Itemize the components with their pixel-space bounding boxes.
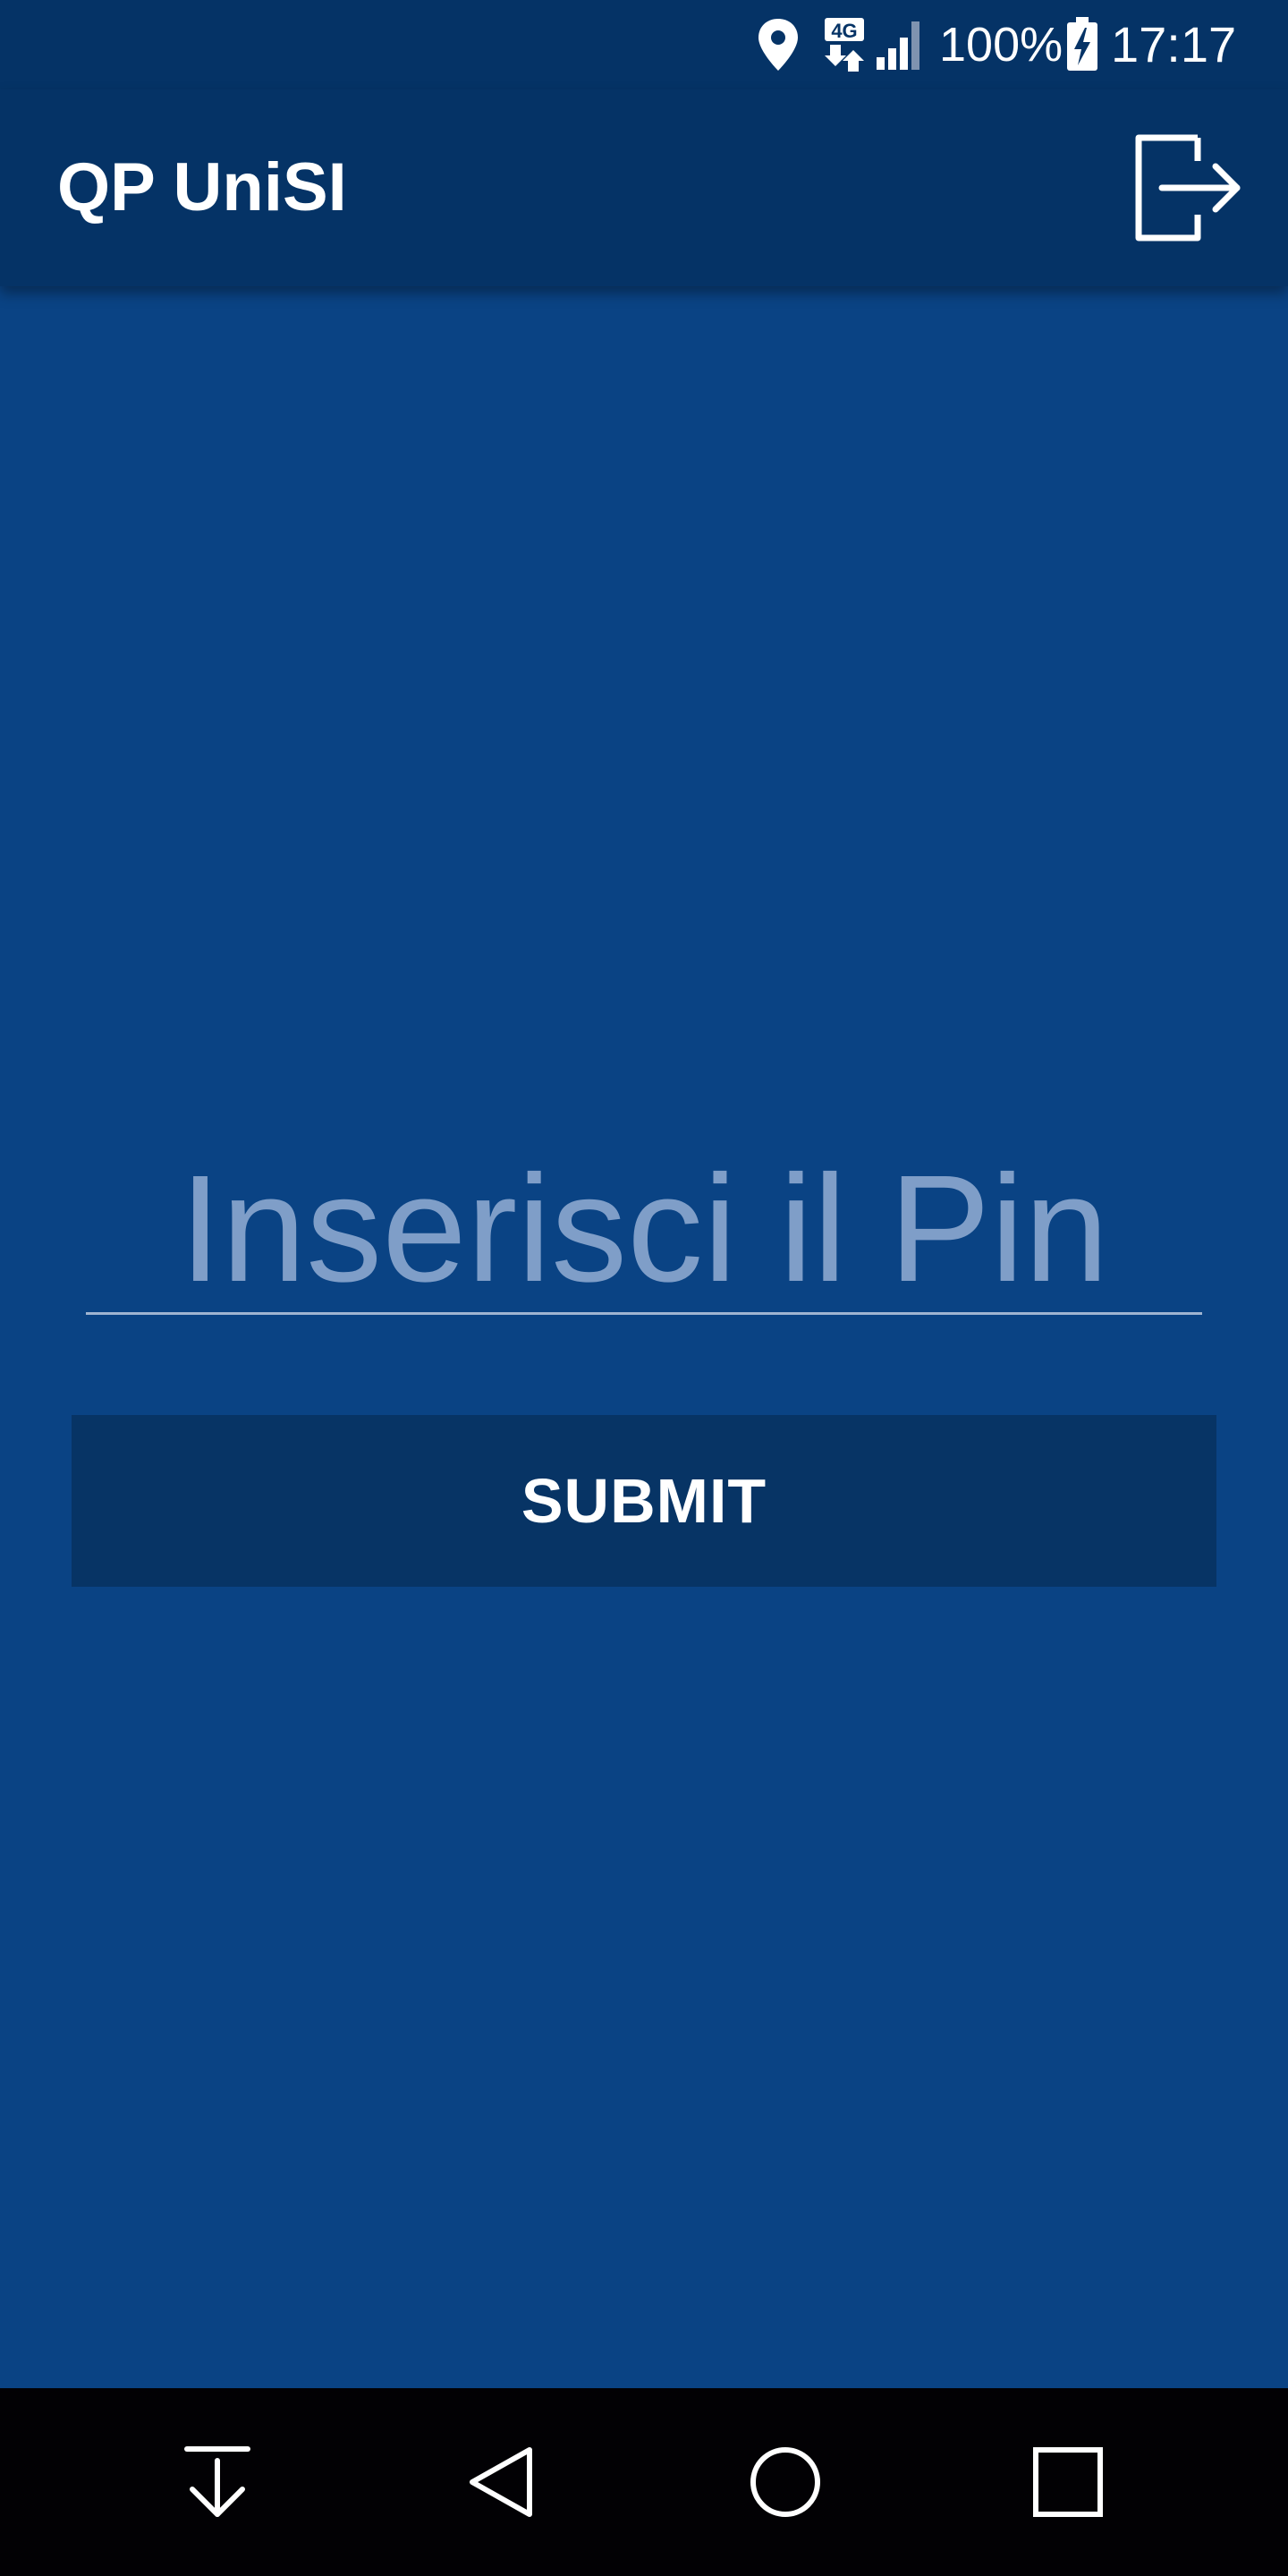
notification-pull-icon: [184, 2446, 250, 2517]
signal-icon: [873, 0, 928, 89]
back-button[interactable]: [420, 2388, 581, 2576]
app-title: QP UniSI: [57, 149, 347, 225]
recents-icon: [1033, 2447, 1103, 2517]
location-icon: [751, 0, 805, 89]
back-icon: [470, 2447, 532, 2517]
battery-percent: 100%: [939, 18, 1063, 72]
submit-button[interactable]: SUBMIT: [72, 1415, 1216, 1587]
home-icon: [750, 2447, 820, 2517]
network-4g-label: 4G: [831, 20, 857, 42]
status-bar: 4G 100% 17:17: [0, 0, 1288, 89]
logout-button[interactable]: [1118, 121, 1252, 255]
network-4g-icon: 4G: [819, 0, 869, 89]
home-button[interactable]: [705, 2388, 866, 2576]
navigation-bar: [0, 2388, 1288, 2576]
screen: 4G 100% 17:17 QP UniSI SUBMIT: [0, 0, 1288, 2576]
status-time: 17:17: [1111, 16, 1237, 72]
battery-charging-icon: [1063, 0, 1102, 89]
pin-form: SUBMIT: [0, 286, 1288, 2388]
recents-button[interactable]: [987, 2388, 1148, 2576]
app-bar: QP UniSI: [0, 89, 1288, 286]
logout-icon: [1135, 134, 1241, 242]
pin-input[interactable]: [86, 1145, 1202, 1315]
notification-pull-button[interactable]: [137, 2388, 298, 2576]
